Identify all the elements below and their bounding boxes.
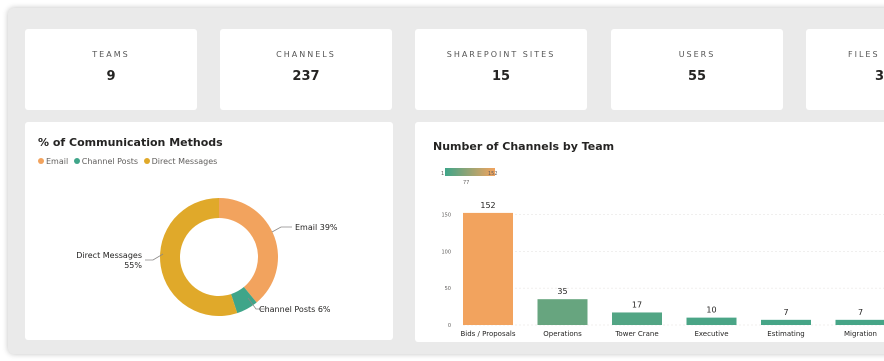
kpi-value: 55 <box>687 69 707 84</box>
label-leader-line <box>271 226 292 233</box>
kpi-value: 3 <box>875 69 884 84</box>
x-category-label: Tower Crane <box>614 330 658 338</box>
x-category-label: Bids / Proposals <box>460 330 515 338</box>
bar-operations[interactable] <box>537 299 588 325</box>
kpi-card-files[interactable]: FILES 3 <box>806 29 884 110</box>
bar-estimating[interactable] <box>761 319 811 325</box>
data-label-channel-posts: Channel Posts 6% <box>259 305 331 314</box>
x-category-label: Executive <box>694 330 728 338</box>
x-category-label: Estimating <box>767 330 804 338</box>
kpi-label: CHANNELS <box>276 50 336 59</box>
kpi-card-channels[interactable]: CHANNELS 237 <box>220 29 392 110</box>
bar-migration[interactable] <box>835 319 884 325</box>
gradient-legend-min: 1 <box>441 171 444 177</box>
gradient-legend-max: 152 <box>488 171 498 177</box>
y-tick-label: 0 <box>448 323 451 329</box>
kpi-card-users[interactable]: USERS 55 <box>611 29 783 110</box>
bar-data-label: 7 <box>858 308 863 317</box>
kpi-value: 9 <box>106 69 116 84</box>
bar-data-label: 10 <box>706 306 716 315</box>
bar-data-label: 7 <box>783 308 788 317</box>
data-label-email: Email 39% <box>295 223 338 232</box>
data-label-direct-messages-pct: 55% <box>124 261 142 270</box>
kpi-value: 15 <box>491 69 511 84</box>
kpi-label: FILES <box>848 50 880 59</box>
kpi-label: TEAMS <box>92 50 130 59</box>
bar-bids-proposals[interactable] <box>463 212 513 325</box>
kpi-card-teams[interactable]: TEAMS 9 <box>25 29 197 110</box>
bar-data-label: 17 <box>632 300 642 309</box>
bar-executive[interactable] <box>686 317 737 325</box>
donut-slice-email[interactable] <box>219 198 278 303</box>
data-label-direct-messages: Direct Messages <box>76 251 142 260</box>
y-tick-label: 100 <box>441 249 451 255</box>
bar-tower-crane[interactable] <box>612 312 662 325</box>
y-tick-label: 50 <box>445 286 451 292</box>
bar-data-label: 35 <box>557 287 567 296</box>
kpi-label: USERS <box>678 50 716 59</box>
y-tick-label: 150 <box>441 212 451 218</box>
report-canvas: TEAMS 9 CHANNELS 237 SHAREPOINT SITES 15… <box>8 8 884 354</box>
bar-data-label: 152 <box>480 201 495 210</box>
x-category-label: Operations <box>543 330 582 338</box>
communication-methods-card[interactable]: % of Communication Methods Email Channel… <box>25 122 393 340</box>
donut-chart: Email 39% Channel Posts 6% Direct Messages… <box>76 198 338 316</box>
kpi-card-sharepoint-sites[interactable]: SHAREPOINT SITES 15 <box>415 29 587 110</box>
kpi-label: SHAREPOINT SITES <box>446 50 556 59</box>
gradient-legend-mid: 77 <box>463 180 469 186</box>
channels-by-team-card[interactable]: Number of Channels by Team 1 152 77 150 100 5… <box>415 122 884 342</box>
kpi-value: 237 <box>292 69 320 84</box>
bar-chart: 1 15277150100500152Bids / Proposals35Oper… <box>441 168 884 338</box>
x-category-label: Migration <box>844 330 877 338</box>
